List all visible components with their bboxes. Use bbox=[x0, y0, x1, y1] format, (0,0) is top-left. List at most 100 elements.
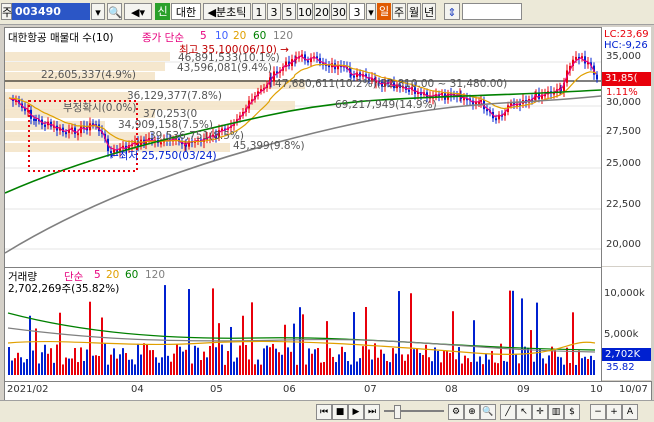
volume-bar bbox=[416, 348, 418, 375]
volume-bar bbox=[392, 348, 394, 375]
zoom-in-icon[interactable]: + bbox=[606, 404, 622, 420]
code-dropdown-icon[interactable]: ▾ bbox=[91, 3, 105, 20]
xtick-07: 07 bbox=[364, 384, 377, 395]
price-scale: LC:23,69 HC:-9,26 35,000 31,85( 1.11% 30… bbox=[601, 27, 651, 266]
line-tool-icon[interactable]: ╱ bbox=[500, 404, 516, 420]
cursor-icon[interactable]: ↖ bbox=[516, 404, 532, 420]
volume-bar bbox=[518, 363, 520, 375]
vol-ma120-label: 120 bbox=[145, 269, 166, 281]
magnify-icon[interactable]: 🔍 bbox=[480, 404, 496, 420]
volume-bar bbox=[23, 362, 25, 375]
period-1[interactable]: 1 bbox=[252, 3, 266, 20]
zoom-slider-handle[interactable] bbox=[394, 405, 401, 419]
volume-bar bbox=[485, 353, 487, 375]
volume-bar bbox=[56, 344, 58, 375]
crosshair-icon[interactable]: ✛ bbox=[532, 404, 548, 420]
volume-bar bbox=[326, 321, 328, 375]
ytick-27500: 27,500 bbox=[606, 126, 641, 137]
volume-bar bbox=[428, 357, 430, 375]
price-chart-panel[interactable]: 대한항공 매물대 수(10) 종가 단순 5 10 20 60 120 최고 3… bbox=[4, 27, 602, 268]
day-button[interactable]: 일 bbox=[377, 3, 391, 20]
week-button[interactable]: 주 bbox=[392, 3, 406, 20]
dollar-icon[interactable]: $ bbox=[564, 404, 580, 420]
zoom-slider[interactable] bbox=[384, 410, 444, 412]
volume-bar bbox=[173, 353, 175, 375]
volume-bar bbox=[194, 345, 196, 375]
candle bbox=[74, 127, 76, 134]
volume-bar bbox=[197, 347, 199, 375]
period-count[interactable]: 3 bbox=[349, 3, 365, 20]
zoom-icon[interactable]: ⊕ bbox=[464, 404, 480, 420]
volume-bar bbox=[299, 307, 301, 375]
volume-bar bbox=[557, 356, 559, 375]
speaker-icon[interactable]: ◀▾ bbox=[124, 3, 152, 20]
ytick-25000: 25,000 bbox=[606, 158, 641, 169]
volume-chart-panel[interactable]: 거래량 단순 5 20 60 120 2,702,269주(35.82%) bbox=[4, 267, 602, 382]
volume-bar bbox=[419, 352, 421, 375]
volume-profile-label-11: 45,399(9.8%) bbox=[233, 140, 305, 152]
search-icon[interactable]: 🔍 bbox=[107, 3, 122, 20]
period-30[interactable]: 30 bbox=[331, 3, 347, 20]
volume-bar bbox=[185, 349, 187, 375]
volume-bar bbox=[314, 349, 316, 375]
volume-bar bbox=[473, 320, 475, 375]
settings-icon[interactable]: ⚙ bbox=[448, 404, 464, 420]
volume-bar bbox=[554, 350, 556, 375]
period-5[interactable]: 5 bbox=[282, 3, 296, 20]
stop-icon[interactable]: ■ bbox=[332, 404, 348, 420]
candle bbox=[77, 133, 79, 136]
minute-tick-button[interactable]: ◀분초틱 bbox=[203, 3, 251, 20]
last-icon[interactable]: ⏭ bbox=[364, 404, 380, 420]
chart-icon[interactable]: ▥ bbox=[548, 404, 564, 420]
volume-bar bbox=[359, 358, 361, 375]
volume-bar bbox=[506, 361, 508, 375]
year-button[interactable]: 년 bbox=[422, 3, 436, 20]
vol-ma20-line bbox=[7, 340, 596, 355]
input-field[interactable] bbox=[462, 3, 522, 20]
volume-bar bbox=[164, 285, 166, 375]
volume-bar bbox=[188, 289, 190, 375]
candle bbox=[408, 89, 410, 92]
font-size-icon[interactable]: A bbox=[622, 404, 638, 420]
volume-profile-label-2: 43,596,081(9.4%) bbox=[177, 62, 272, 74]
volume-bar bbox=[344, 352, 346, 375]
ma-label: 종가 단순 bbox=[142, 32, 184, 44]
volume-bar bbox=[353, 312, 355, 375]
volume-bar bbox=[452, 311, 454, 375]
play-icon[interactable]: ▶ bbox=[348, 404, 364, 420]
volume-bar bbox=[167, 355, 169, 375]
period-20[interactable]: 20 bbox=[314, 3, 330, 20]
volume-bar bbox=[593, 360, 595, 375]
volume-bar bbox=[548, 355, 550, 375]
period-10[interactable]: 10 bbox=[297, 3, 313, 20]
volume-bar bbox=[128, 359, 130, 375]
volume-bar bbox=[68, 358, 70, 375]
volume-bar bbox=[449, 353, 451, 375]
updown-icon[interactable]: ⇕ bbox=[444, 3, 460, 20]
volume-bar bbox=[95, 355, 97, 375]
ytick-30000: 30,000 bbox=[606, 97, 641, 108]
volume-bar bbox=[38, 363, 40, 375]
volume-bar bbox=[470, 362, 472, 375]
volume-bar bbox=[515, 354, 517, 375]
month-button[interactable]: 월 bbox=[407, 3, 421, 20]
lc-value: LC:23,69 bbox=[604, 29, 649, 40]
volume-bar bbox=[341, 346, 343, 375]
volume-bar bbox=[509, 290, 511, 375]
volume-bar bbox=[125, 353, 127, 375]
stock-code-input[interactable]: 003490 bbox=[12, 3, 90, 20]
period-3[interactable]: 3 bbox=[267, 3, 281, 20]
volume-bar bbox=[137, 343, 139, 375]
xtick-09: 09 bbox=[517, 384, 530, 395]
zoom-out-icon[interactable]: − bbox=[590, 404, 606, 420]
count-dropdown-icon[interactable]: ▾ bbox=[366, 3, 376, 20]
candle bbox=[463, 98, 465, 101]
volume-bar bbox=[431, 361, 433, 375]
volume-bar bbox=[284, 324, 286, 375]
market-select[interactable]: 주 bbox=[1, 3, 12, 20]
volume-bar bbox=[176, 344, 178, 375]
volume-bar bbox=[248, 359, 250, 375]
volume-bar bbox=[464, 355, 466, 375]
first-icon[interactable]: ⏮ bbox=[316, 404, 332, 420]
volume-bar bbox=[203, 351, 205, 375]
